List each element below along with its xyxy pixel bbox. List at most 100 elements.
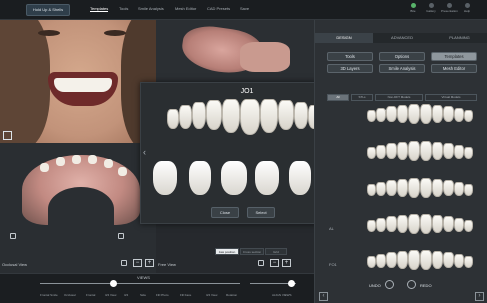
view-tick[interactable]: Side <box>140 293 146 297</box>
menu-smile-analysis[interactable]: Smile Analysis <box>138 6 164 11</box>
tool-help[interactable]: Help <box>459 3 475 13</box>
lock-icon[interactable] <box>258 260 264 266</box>
tooth <box>454 108 464 122</box>
collapse-left-icon[interactable]: ‹ <box>319 292 328 301</box>
view-tick[interactable]: Fill Face <box>180 293 191 297</box>
tool-label: Presentation <box>441 9 458 13</box>
model-tooth <box>104 159 113 168</box>
library-template-4[interactable] <box>367 214 473 236</box>
tooth <box>397 105 408 123</box>
tab-planning[interactable]: PLANNING <box>431 33 487 43</box>
model-tooth <box>118 167 127 176</box>
zoom-out-button[interactable]: − <box>133 259 142 267</box>
select-button[interactable]: Select <box>247 207 275 218</box>
tooth <box>420 141 432 161</box>
model-tooth <box>40 163 49 172</box>
view-tick[interactable]: Frontal Smile <box>40 293 58 297</box>
zoom-in-button-2[interactable]: + <box>282 259 291 267</box>
cross-section-button[interactable]: Cross section <box>240 248 264 255</box>
tool-label: Gallery <box>426 9 436 13</box>
menu-tools[interactable]: Tools <box>119 6 128 11</box>
tooth <box>443 106 454 122</box>
view-tick[interactable]: 3/4 View <box>105 293 116 297</box>
fullscreen-icon[interactable] <box>3 131 12 140</box>
3d-layers-button[interactable]: 3D Layers <box>327 64 373 73</box>
model-tooth <box>88 155 97 164</box>
mesh-editor-button[interactable]: Mesh Editor <box>431 64 477 73</box>
subtab-all[interactable]: All <box>327 94 349 101</box>
views-slider-knob[interactable] <box>110 280 117 287</box>
view-tick[interactable]: Rotation <box>226 293 237 297</box>
lock-icon[interactable] <box>118 233 124 239</box>
grid-button[interactable]: Grid <box>265 248 287 255</box>
redo-label[interactable]: REDO <box>420 283 432 288</box>
occlusal-3d-view[interactable]: Occlusal View <box>0 143 156 273</box>
tooth <box>454 182 464 196</box>
lock-icon[interactable] <box>10 233 16 239</box>
tab-advanced[interactable]: ADVANCED <box>373 33 431 43</box>
library-template-1[interactable] <box>367 104 473 126</box>
jaw-position-button[interactable]: Jaw position <box>215 248 239 255</box>
smile-analysis-button[interactable]: Smile Analysis <box>379 64 425 73</box>
tool-presentation[interactable]: Presentation <box>441 3 458 13</box>
view-tick[interactable]: 3/4 <box>124 293 128 297</box>
tooth <box>408 141 420 161</box>
template-tooth <box>240 99 260 135</box>
tooth <box>464 147 473 159</box>
zoom-in-button[interactable]: + <box>145 259 154 267</box>
template-tooth-large <box>221 161 247 195</box>
expand-right-icon[interactable]: › <box>475 292 484 301</box>
view-tick[interactable]: Occlusal <box>64 293 76 297</box>
tooth <box>454 145 464 159</box>
tooth <box>376 182 386 196</box>
tool-bite[interactable]: Bite <box>405 3 421 13</box>
redo-icon[interactable] <box>407 280 416 289</box>
tab-design[interactable]: DESIGN <box>315 33 373 43</box>
eye-left <box>38 30 60 36</box>
template-tooth <box>206 100 222 130</box>
tooth <box>408 250 420 270</box>
options-button[interactable]: Options <box>379 52 425 61</box>
tooth <box>464 256 473 268</box>
menu-save[interactable]: Save <box>240 6 249 11</box>
undo-icon[interactable] <box>385 280 394 289</box>
tooth <box>420 214 432 234</box>
library-template-5[interactable] <box>367 250 473 272</box>
subtab-stls[interactable]: STLs <box>351 94 373 101</box>
tools-button[interactable]: Tools <box>327 52 373 61</box>
menu-templates[interactable]: Templates <box>90 6 109 12</box>
template-tooth-large <box>255 161 279 195</box>
tooth <box>386 143 397 159</box>
view-tick[interactable]: 3/4 View <box>206 293 217 297</box>
smile-photo[interactable] <box>0 20 156 143</box>
zoom-out-button-2[interactable]: − <box>270 259 279 267</box>
menu-mesh-editor[interactable]: Mesh Editor <box>175 6 196 11</box>
templates-button[interactable]: Templates <box>431 52 477 61</box>
close-button[interactable]: Close <box>211 207 239 218</box>
tooth <box>376 145 386 159</box>
tooth <box>443 180 454 196</box>
views-slider-track[interactable] <box>40 283 240 284</box>
lock-icon[interactable] <box>121 260 127 266</box>
view-tick[interactable]: Fill Photo <box>156 293 169 297</box>
tooth <box>397 251 408 269</box>
tooth <box>454 254 464 268</box>
menu-cad-presets[interactable]: CAD Presets <box>207 6 230 11</box>
tooth <box>464 184 473 196</box>
template-tooth-large <box>153 161 177 195</box>
tooth <box>432 105 443 123</box>
align-slider-knob[interactable] <box>288 280 295 287</box>
undo-label[interactable]: UNDO <box>369 283 381 288</box>
tooth <box>420 104 432 124</box>
previous-arrow-icon[interactable]: ‹ <box>143 147 146 157</box>
library-template-3[interactable] <box>367 178 473 200</box>
template-tooth-large <box>189 161 211 195</box>
mode-button[interactable]: Hold Up & Shells <box>26 4 70 16</box>
library-template-2[interactable] <box>367 141 473 163</box>
tool-gallery[interactable]: Gallery <box>423 3 439 13</box>
frontal-3d-view[interactable] <box>156 20 314 82</box>
tooth <box>420 178 432 198</box>
view-tick[interactable]: Frontal <box>86 293 95 297</box>
subtab-non-dft[interactable]: Non-DFT Models <box>375 94 423 101</box>
subtab-virtual-models[interactable]: Virtual Models <box>425 94 477 101</box>
